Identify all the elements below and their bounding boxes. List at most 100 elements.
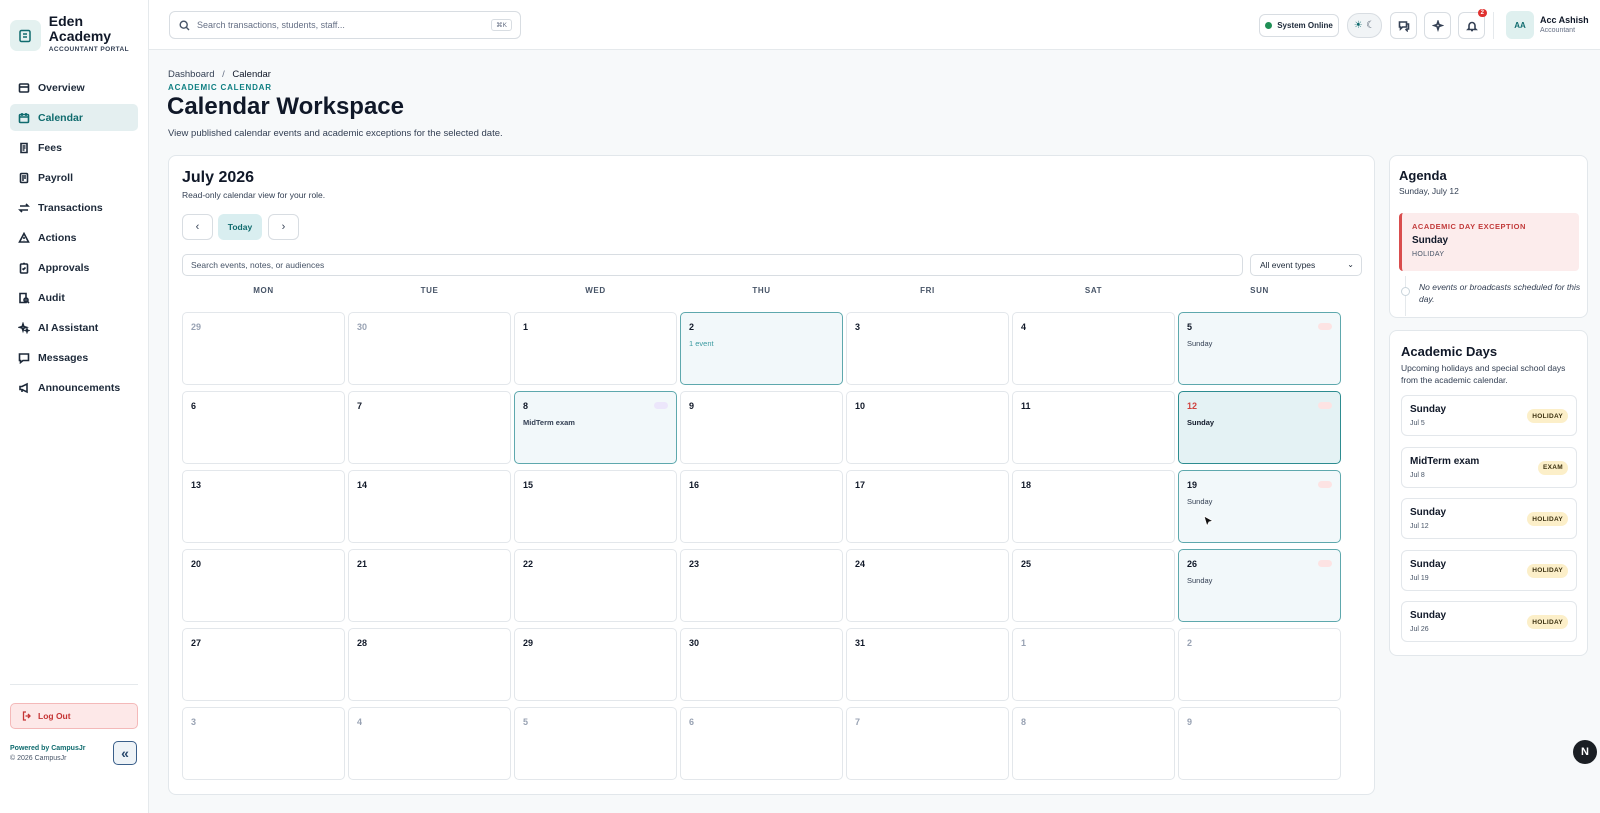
ai-assistant-button[interactable] [1424,12,1451,39]
notifications-button[interactable]: 2 [1458,9,1487,39]
calendar-day-cell[interactable]: 25 [1012,549,1175,622]
sidebar-item-messages[interactable]: Messages [10,344,138,371]
calendar-day-cell[interactable]: 30 [348,312,511,385]
calendar-day-cell[interactable]: 5 [514,707,677,780]
calendar-day-cell[interactable]: 29 [514,628,677,701]
calendar-day-cell[interactable]: 9 [680,391,843,464]
previous-month-button[interactable]: ‹ [182,214,213,240]
chevron-down-icon: ⌄ [1347,260,1354,269]
academic-day-item[interactable]: Sunday Jul 5 HOLIDAY [1401,395,1577,436]
transactions-icon [18,202,30,213]
calendar-day-cell[interactable]: 17 [846,470,1009,543]
sidebar-item-audit[interactable]: Audit [10,284,138,311]
calendar-day-cell[interactable]: 18 [1012,470,1175,543]
academic-day-tag: EXAM [1538,460,1568,475]
calendar-day-cell[interactable]: 1 [1012,628,1175,701]
calendar-day-cell[interactable]: 31 [846,628,1009,701]
sidebar-item-label: Payroll [38,171,74,184]
calendar-day-cell[interactable]: 19 Sunday [1178,470,1341,543]
day-number: 3 [191,717,197,727]
day-number: 16 [689,480,700,490]
calendar-day-cell[interactable]: 7 [846,707,1009,780]
calendar-day-cell[interactable]: 28 [348,628,511,701]
holiday-marker-icon [1318,323,1332,330]
calendar-day-cell[interactable]: 11 [1012,391,1175,464]
calendar-day-cell[interactable]: 1 [514,312,677,385]
overview-icon [18,82,30,93]
day-number: 6 [191,401,197,411]
breadcrumb-dashboard[interactable]: Dashboard [168,69,214,80]
day-label: Sunday [1187,418,1215,427]
calendar-day-cell[interactable]: 21 [348,549,511,622]
weekday-header: SAT [1084,286,1103,295]
day-number: 2 [689,322,695,332]
collapse-sidebar-button[interactable]: « [113,741,137,765]
calendar-day-cell[interactable]: 2 1 event [680,312,843,385]
calendar-day-cell[interactable]: 24 [846,549,1009,622]
theme-toggle[interactable]: ☀ ☾ [1347,13,1382,38]
global-search-input[interactable]: Search transactions, students, staff... … [169,11,521,39]
sidebar-item-approvals[interactable]: Approvals [10,254,138,281]
moon-icon: ☾ [1366,20,1376,31]
calendar-day-cell[interactable]: 9 [1178,707,1341,780]
academic-day-date: Jul 26 [1410,626,1429,633]
calendar-day-cell[interactable]: 6 [182,391,345,464]
page-eyebrow: ACADEMIC CALENDAR [168,83,272,92]
calendar-day-cell[interactable]: 23 [680,549,843,622]
calendar-day-cell[interactable]: 3 [182,707,345,780]
calendar-day-cell[interactable]: 15 [514,470,677,543]
day-number: 11 [1021,401,1031,411]
logout-button[interactable]: Log Out [10,703,138,729]
messages-button[interactable] [1390,12,1417,39]
calendar-day-cell[interactable]: 29 [182,312,345,385]
megaphone-icon [19,382,28,393]
calendar-day-cell[interactable]: 5 Sunday [1178,312,1341,385]
calendar-day-cell[interactable]: 27 [182,628,345,701]
calendar-day-cell[interactable]: 20 [182,549,345,622]
academic-day-item[interactable]: Sunday Jul 12 HOLIDAY [1401,498,1577,539]
floating-n-button[interactable]: N [1573,740,1597,764]
sidebar-item-payroll[interactable]: Payroll [10,164,138,191]
sidebar-item-fees[interactable]: Fees [10,134,138,161]
calendar-day-cell[interactable]: 4 [1012,312,1175,385]
event-search-input[interactable]: Search events, notes, or audiences [182,254,1243,276]
calendar-day-cell[interactable]: 6 [680,707,843,780]
calendar-day-cell[interactable]: 12 Sunday [1178,391,1341,464]
mouse-cursor-icon [1203,515,1215,528]
next-month-button[interactable]: › [268,214,299,240]
calendar-day-cell[interactable]: 3 [846,312,1009,385]
calendar-day-cell[interactable]: 16 [680,470,843,543]
calendar-day-cell[interactable]: 26 Sunday [1178,549,1341,622]
sidebar-item-actions[interactable]: Actions [10,224,138,251]
calendar-day-cell[interactable]: 13 [182,470,345,543]
calendar-day-cell[interactable]: 4 [348,707,511,780]
calendar-day-cell[interactable]: 8 [1012,707,1175,780]
today-button[interactable]: Today [218,214,262,240]
event-type-select[interactable]: All event types ⌄ [1250,254,1362,276]
calendar-day-cell[interactable]: 8 MidTerm exam [514,391,677,464]
avatar[interactable]: AA [1506,11,1534,39]
sidebar-item-calendar[interactable]: Calendar [10,104,138,131]
sidebar-item-overview[interactable]: Overview [10,74,138,101]
calendar-day-cell[interactable]: 2 [1178,628,1341,701]
academic-day-item[interactable]: Sunday Jul 26 HOLIDAY [1401,601,1577,642]
calendar-day-cell[interactable]: 30 [680,628,843,701]
sidebar-item-announcements[interactable]: Announcements [10,374,138,401]
calendar-day-cell[interactable]: 22 [514,549,677,622]
academic-day-item[interactable]: Sunday Jul 19 HOLIDAY [1401,549,1577,591]
sidebar-item-ai-assistant[interactable]: AI Assistant [10,314,138,341]
fees-icon [20,142,28,153]
sidebar-item-transactions[interactable]: Transactions [10,194,138,221]
calendar-day-cell[interactable]: 7 [348,391,511,464]
top-bar: Search transactions, students, staff... … [149,0,1600,50]
page-title: Calendar Workspace [167,93,404,120]
sidebar-item-label: Fees [38,141,62,154]
day-number: 7 [855,717,861,727]
academic-days-title: Academic Days [1401,344,1498,359]
exception-type: HOLIDAY [1412,251,1445,258]
payroll-icon [19,172,29,183]
calendar-day-cell[interactable]: 14 [348,470,511,543]
user-name[interactable]: Acc Ashish [1540,15,1589,25]
calendar-day-cell[interactable]: 10 [846,391,1009,464]
academic-day-item[interactable]: MidTerm exam Jul 8 EXAM [1401,446,1577,488]
